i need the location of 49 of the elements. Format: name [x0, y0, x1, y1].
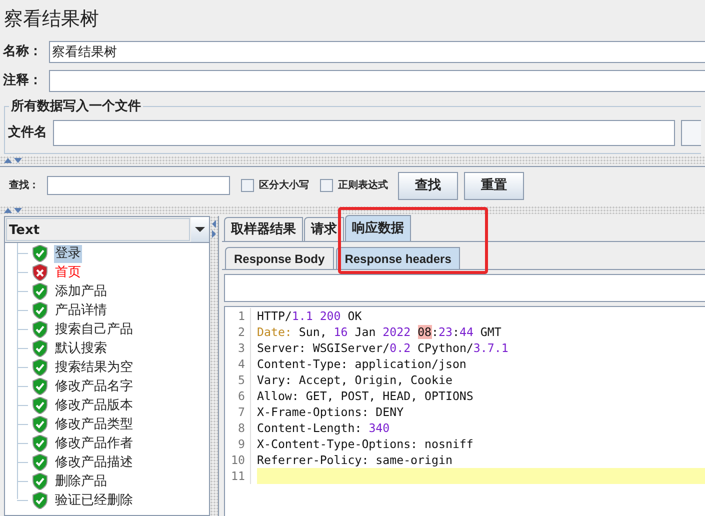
- splitter-arrows-icon: [211, 220, 217, 238]
- subtab[interactable]: Response headers: [336, 247, 460, 269]
- checkbox-option[interactable]: 区分大小写: [241, 178, 309, 193]
- filename-field[interactable]: [53, 120, 675, 146]
- code-line: X-Content-Type-Options: nosniff: [257, 436, 474, 452]
- code-line: Server: WSGIServer/0.2 CPython/3.7.1: [257, 340, 510, 356]
- code-line: Allow: GET, POST, HEAD, OPTIONS: [257, 388, 474, 404]
- tree-item[interactable]: 验证已经删除: [54, 492, 134, 510]
- search-action-button[interactable]: 重置: [464, 172, 524, 200]
- tab[interactable]: 响应数据: [345, 215, 411, 241]
- search-label: 查找：: [9, 178, 39, 193]
- tree-item[interactable]: 修改产品名字: [54, 378, 134, 396]
- field-label: 注释：: [3, 72, 43, 90]
- tree-item[interactable]: 默认搜索: [54, 340, 108, 358]
- name-field[interactable]: 察看结果树: [49, 41, 705, 63]
- splitter-arrows-icon: [4, 156, 22, 164]
- code-line: X-Frame-Options: DENY: [257, 404, 405, 420]
- browse-button[interactable]: [681, 120, 701, 146]
- code-line: Vary: Accept, Origin, Cookie: [257, 372, 454, 388]
- search-action-button[interactable]: 查找: [398, 172, 458, 200]
- search-field[interactable]: [224, 274, 705, 302]
- dropdown-caret-icon: [195, 227, 205, 232]
- tree-item[interactable]: 修改产品类型: [54, 416, 134, 434]
- subtab[interactable]: Response Body: [225, 247, 334, 269]
- code-line: Date: Sun, 16 Jan 2022 08:23:44 GMT: [257, 324, 502, 340]
- tree-item[interactable]: 添加产品: [54, 282, 108, 300]
- tree-item[interactable]: 搜索结果为空: [54, 358, 134, 376]
- tab[interactable]: 取样器结果: [224, 217, 303, 241]
- tree-item[interactable]: 修改产品描述: [54, 454, 134, 472]
- tree-item[interactable]: 产品详情: [54, 302, 108, 320]
- tree-item[interactable]: 删除产品: [54, 472, 108, 490]
- code-line: Content-Length: 340: [257, 420, 391, 436]
- field-label: 名称：: [3, 43, 43, 62]
- checkbox-option[interactable]: 正则表达式: [320, 178, 388, 193]
- tab[interactable]: 请求: [304, 217, 344, 241]
- tree-item[interactable]: 搜索自己产品: [54, 320, 134, 338]
- tree-item[interactable]: 登录: [54, 244, 82, 262]
- splitter-arrows-icon: [4, 206, 22, 214]
- code-line: Content-Type: application/json: [257, 356, 468, 372]
- window-title: 察看结果树: [4, 6, 99, 32]
- tree-item[interactable]: 首页: [54, 264, 82, 282]
- renderer-dropdown[interactable]: Text: [5, 217, 209, 243]
- field-label: 文件名: [8, 124, 48, 142]
- code-line: Referrer-Policy: same-origin: [257, 452, 454, 468]
- tree-item[interactable]: 修改产品作者: [54, 434, 134, 452]
- code-line: HTTP/1.1 200 OK: [257, 308, 363, 324]
- search-field[interactable]: [47, 176, 230, 195]
- tree-item[interactable]: 修改产品版本: [54, 396, 134, 414]
- comment-field[interactable]: [49, 70, 705, 92]
